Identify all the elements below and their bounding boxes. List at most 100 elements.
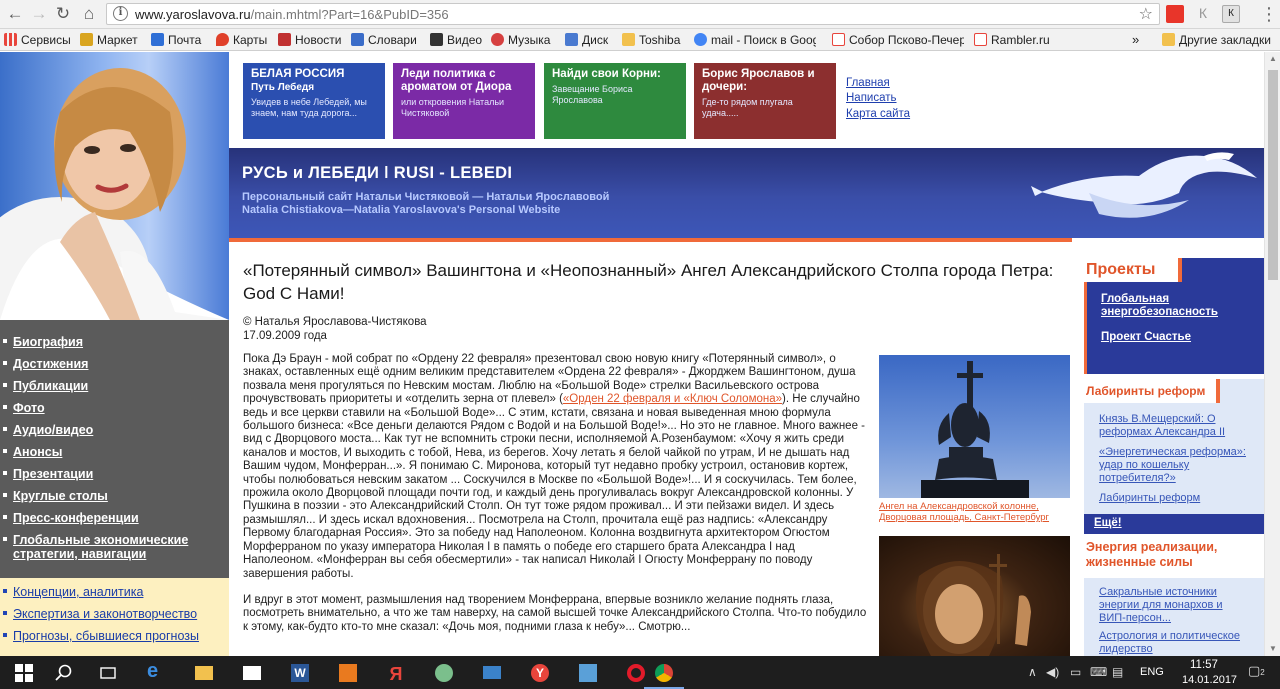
search-button[interactable] <box>40 656 88 689</box>
taskbar-app-edge[interactable]: e <box>132 656 180 689</box>
promo-title: БЕЛАЯ РОССИЯ <box>251 68 345 80</box>
bookmark-item[interactable]: Карты <box>216 29 267 51</box>
clock-date[interactable]: 14.01.2017 <box>1182 674 1237 686</box>
extension-box-icon[interactable]: К <box>1222 5 1240 23</box>
word-icon: W <box>291 664 309 682</box>
battery-icon[interactable]: ▭ <box>1070 665 1081 679</box>
taskbar-app-yandex[interactable]: Я <box>372 656 420 689</box>
nav-biography[interactable]: Биография <box>3 335 83 349</box>
site-banner: РУСЬ и ЛЕБЕДИ ǀ RUSI - LEBEDI Персональн… <box>229 148 1264 238</box>
bookmark-item[interactable]: Словари <box>351 29 417 51</box>
clock-time[interactable]: 11:57 <box>1190 659 1218 671</box>
chrome-icon <box>655 664 673 682</box>
energy-header: Энергия реализации, жизненные силы <box>1084 540 1264 578</box>
bookmarks-overflow[interactable]: » <box>1132 29 1139 51</box>
bookmark-item[interactable]: mail - Поиск в Google <box>694 29 816 51</box>
scroll-up-icon[interactable]: ▲ <box>1265 52 1280 66</box>
taskbar-app-media[interactable] <box>324 656 372 689</box>
taskbar-app-chrome[interactable] <box>640 656 688 689</box>
nav-achievements[interactable]: Достижения <box>3 357 88 371</box>
link-home[interactable]: Главная <box>846 77 890 89</box>
reforms-link[interactable]: Лабиринты реформ <box>1099 492 1200 505</box>
bookmark-item[interactable]: Новости <box>278 29 341 51</box>
bookmark-item[interactable]: Диск <box>565 29 608 51</box>
promo-box-boris[interactable]: Борис Ярославов и дочери: Где-то рядом п… <box>694 63 836 139</box>
url-text[interactable]: www.yaroslavova.ru/main.mhtml?Part=16&Pu… <box>135 7 449 22</box>
rambler-icon <box>974 33 987 46</box>
reforms-link[interactable]: «Энергетическая реформа»: удар по кошель… <box>1099 446 1249 485</box>
reforms-list: Князь В.Мещерский: О реформах Александра… <box>1084 403 1264 514</box>
task-view-icon <box>100 667 116 679</box>
article-inline-link[interactable]: «Орден 22 февраля и «Ключ Соломона» <box>563 393 782 405</box>
network-icon[interactable]: ⌨ <box>1090 665 1107 679</box>
promo-desc: или откровения Натальи Чистяковой <box>401 97 505 118</box>
keyboard-icon[interactable]: ▤ <box>1112 665 1123 679</box>
nav-presentations[interactable]: Презентации <box>3 467 93 481</box>
nav-photo[interactable]: Фото <box>3 401 45 415</box>
tray-expand-icon[interactable]: ∧ <box>1028 665 1037 679</box>
more-button[interactable]: Ещё! <box>1084 514 1264 534</box>
mail-icon <box>151 33 164 46</box>
taskbar-app-word[interactable]: W <box>276 656 324 689</box>
nav-expertise[interactable]: Экспертиза и законотворчество <box>3 607 197 621</box>
info-icon[interactable]: i <box>113 6 128 21</box>
bookmark-item[interactable]: Видео <box>430 29 482 51</box>
promo-desc: Завещание Бориса Ярославова <box>552 84 633 105</box>
reforms-header: Лабиринты реформ <box>1084 379 1264 403</box>
painting-photo[interactable] <box>879 536 1070 656</box>
promo-box-lady-politics[interactable]: Леди политика с ароматом от Диора или от… <box>393 63 535 139</box>
nav-global-strategies[interactable]: Глобальные экономические стратегии, нави… <box>3 533 213 561</box>
bookmark-apps[interactable]: Сервисы <box>4 29 71 51</box>
taskbar-app-circle[interactable] <box>420 656 468 689</box>
angel-column-photo[interactable] <box>879 355 1070 498</box>
energy-link[interactable]: Астрология и политическое лидерство <box>1099 630 1249 656</box>
link-sitemap[interactable]: Карта сайта <box>846 108 910 120</box>
other-bookmarks[interactable]: Другие закладки <box>1162 29 1271 51</box>
browser-menu-icon[interactable]: ⋮ <box>1260 3 1278 25</box>
bookmark-item[interactable]: Музыка <box>491 29 550 51</box>
project-link[interactable]: Проект Счастье <box>1101 331 1191 344</box>
scroll-down-icon[interactable]: ▼ <box>1265 642 1280 656</box>
taskbar-app-explorer[interactable] <box>180 656 228 689</box>
project-link[interactable]: Глобальная энергобезопасность <box>1101 293 1251 319</box>
nav-announcements[interactable]: Анонсы <box>3 445 62 459</box>
article-paragraph: И вдруг в этот момент, размышления над т… <box>243 593 867 633</box>
taskbar-app-store[interactable] <box>228 656 276 689</box>
energy-link[interactable]: Сакральные источники энергии для монархо… <box>1099 586 1249 625</box>
back-icon[interactable]: ← <box>4 4 26 24</box>
nav-publications[interactable]: Публикации <box>3 379 88 393</box>
promo-box-white-russia[interactable]: БЕЛАЯ РОССИЯ Путь Лебедя Увидев в небе Л… <box>243 63 385 139</box>
bookmark-item[interactable]: Собор Псково-Печер <box>832 29 964 51</box>
reload-icon[interactable]: ↻ <box>52 4 74 24</box>
bookmark-item[interactable]: Rambler.ru <box>974 29 1050 51</box>
promo-box-roots[interactable]: Найди свои Корни: Завещание Бориса Яросл… <box>544 63 686 139</box>
home-icon[interactable]: ⌂ <box>78 4 100 24</box>
nav-audio-video[interactable]: Аудио/видео <box>3 423 93 437</box>
taskbar-app-yandex-browser[interactable]: Y <box>516 656 564 689</box>
scroll-thumb[interactable] <box>1268 70 1278 280</box>
bookmark-item[interactable]: Маркет <box>80 29 138 51</box>
nav-round-tables[interactable]: Круглые столы <box>3 489 108 503</box>
extension-k-icon[interactable]: К <box>1194 5 1212 23</box>
bookmark-item[interactable]: Почта <box>151 29 201 51</box>
article-body: Пока Дэ Браун - мой собрат по «Ордену 22… <box>243 353 868 647</box>
forward-icon[interactable]: → <box>28 4 50 24</box>
nav-press-conferences[interactable]: Пресс-конференции <box>3 511 139 525</box>
volume-icon[interactable]: ◀) <box>1046 665 1059 679</box>
page-scrollbar[interactable]: ▲ ▼ <box>1264 52 1280 656</box>
angel-photo-caption[interactable]: Ангел на Александровской колонне, Дворцо… <box>879 501 1079 523</box>
language-indicator[interactable]: ENG <box>1140 666 1164 678</box>
notification-center-icon[interactable]: ▢2 <box>1248 663 1265 679</box>
extension-flag-icon[interactable] <box>1166 5 1184 23</box>
nav-forecasts[interactable]: Прогнозы, сбывшиеся прогнозы <box>3 629 199 643</box>
task-view-button[interactable] <box>84 656 132 689</box>
taskbar-app-mail[interactable] <box>468 656 516 689</box>
reforms-link[interactable]: Князь В.Мещерский: О реформах Александра… <box>1099 413 1249 439</box>
bookmark-item[interactable]: Toshiba <box>622 29 680 51</box>
site-title: РУСЬ и ЛЕБЕДИ ǀ RUSI - LEBEDI <box>242 164 513 182</box>
nav-concepts[interactable]: Концепции, аналитика <box>3 585 143 599</box>
taskbar-app-app[interactable] <box>564 656 612 689</box>
bookmark-star-icon[interactable]: ☆ <box>1139 4 1153 24</box>
link-write[interactable]: Написать <box>846 92 897 104</box>
address-bar[interactable]: i www.yaroslavova.ru/main.mhtml?Part=16&… <box>106 3 1160 25</box>
